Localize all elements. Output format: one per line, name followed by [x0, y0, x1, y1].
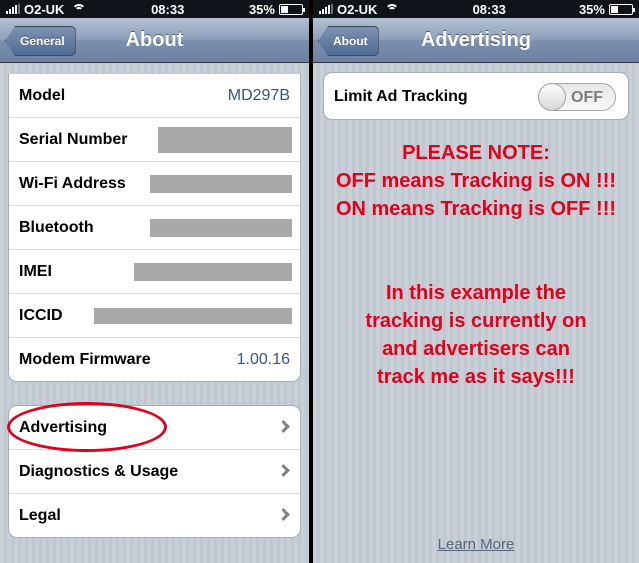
navigation-bar: Advertising About [313, 18, 639, 63]
wifi-icon [385, 4, 400, 14]
row-label: IMEI [19, 262, 52, 280]
example-line: In this example the [385, 282, 567, 304]
chevron-right-icon [277, 464, 290, 477]
redacted-value [134, 263, 292, 281]
toggle-state: OFF [571, 89, 603, 106]
row-label: Diagnostics & Usage [19, 462, 179, 480]
row-label: Bluetooth [19, 218, 94, 236]
back-button-general[interactable]: General [5, 26, 76, 56]
status-bar: O2-UK 08:33 35% [0, 0, 309, 18]
legal-row[interactable]: Legal [9, 494, 300, 537]
note-line: OFF means Tracking is ON !!! [335, 170, 617, 192]
limit-ad-tracking-toggle[interactable]: OFF [538, 83, 616, 111]
advertising-row[interactable]: Advertising [9, 406, 300, 450]
example-line: and advertisers can [382, 338, 570, 360]
navigation-bar: About General [0, 18, 309, 63]
redacted-value [94, 308, 292, 324]
redacted-value [150, 219, 292, 237]
row-label: Model [19, 86, 66, 104]
info-row-imei: IMEI [9, 250, 300, 294]
advertising-screen: O2-UK 08:33 35% Advertising About Limit … [313, 0, 639, 563]
info-row-modem-firmware: Modem Firmware 1.00.16 [9, 338, 300, 381]
signal-icon [319, 4, 333, 14]
about-links-group: Advertising Diagnostics & Usage Legal [8, 405, 301, 538]
status-time: 08:33 [472, 1, 506, 17]
row-label: Advertising [19, 418, 108, 436]
battery-icon [608, 3, 635, 15]
row-label: Wi-Fi Address [19, 174, 126, 192]
row-value: MD297B [227, 86, 290, 104]
example-line: track me as it says!!! [377, 366, 575, 388]
device-info-group: Model MD297B Serial Number Wi-Fi Address… [8, 74, 301, 382]
info-row-model: Model MD297B [9, 74, 300, 118]
back-button-about[interactable]: About [318, 26, 379, 56]
example-annotation: In this example the tracking is currentl… [313, 279, 639, 391]
redacted-value [158, 127, 292, 153]
chevron-right-icon [277, 420, 290, 433]
row-label: Limit Ad Tracking [334, 88, 468, 105]
row-label: ICCID [19, 306, 63, 324]
note-line: ON means Tracking is OFF !!! [335, 198, 617, 220]
info-row-wifi-address: Wi-Fi Address [9, 162, 300, 206]
battery-percent: 35% [248, 1, 275, 17]
limit-ad-tracking-group: Limit Ad Tracking OFF [323, 72, 629, 120]
info-row-serial-number: Serial Number [9, 118, 300, 162]
redacted-value [150, 175, 292, 193]
info-row-iccid: ICCID [9, 294, 300, 338]
carrier-name: O2-UK [24, 1, 65, 17]
row-label: Modem Firmware [19, 351, 151, 368]
example-line: tracking is currently on [365, 310, 587, 332]
info-row-bluetooth: Bluetooth [9, 206, 300, 250]
note-annotation: PLEASE NOTE: OFF means Tracking is ON !!… [313, 139, 639, 223]
wifi-icon [72, 4, 87, 14]
limit-ad-tracking-row: Limit Ad Tracking OFF [324, 73, 628, 119]
learn-more-link[interactable]: Learn More [313, 536, 639, 553]
toggle-knob [538, 83, 566, 111]
row-value: 1.00.16 [236, 351, 290, 368]
status-time: 08:33 [151, 1, 185, 17]
about-screen: O2-UK 08:33 35% About General Model MD29… [0, 0, 309, 563]
row-label: Legal [19, 507, 61, 524]
chevron-right-icon [277, 508, 290, 521]
carrier-name: O2-UK [337, 1, 378, 17]
diagnostics-usage-row[interactable]: Diagnostics & Usage [9, 450, 300, 494]
note-line: PLEASE NOTE: [402, 142, 550, 164]
signal-icon [6, 4, 20, 14]
battery-icon [278, 3, 305, 15]
battery-percent: 35% [578, 1, 605, 17]
row-label: Serial Number [19, 130, 128, 148]
status-bar: O2-UK 08:33 35% [313, 0, 639, 18]
